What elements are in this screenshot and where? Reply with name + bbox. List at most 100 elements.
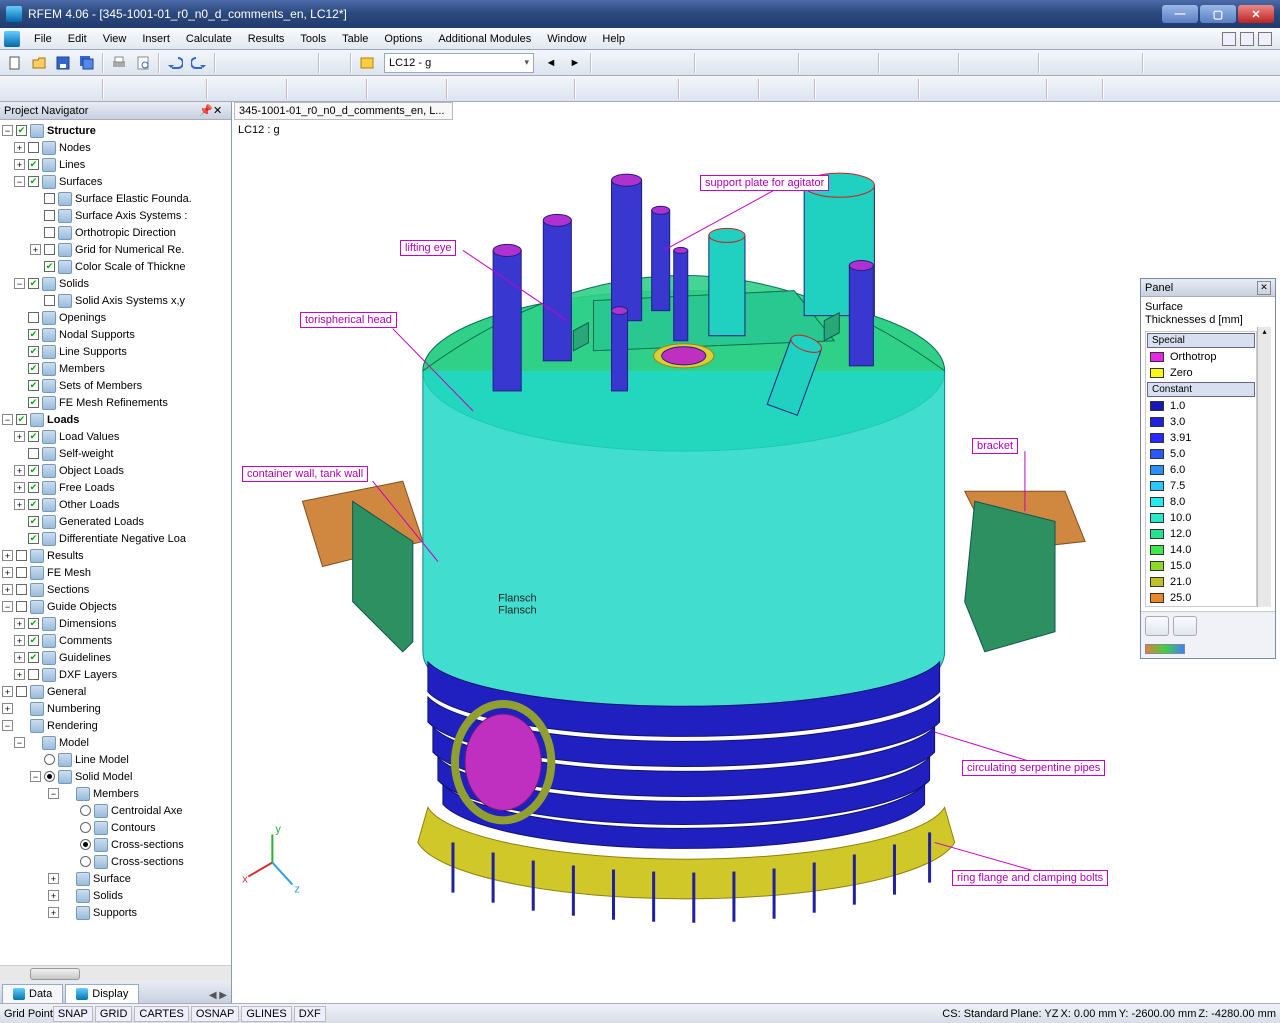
tree-solids[interactable]: Solids (59, 278, 89, 290)
menu-insert[interactable]: Insert (134, 31, 178, 47)
cube-c-icon[interactable] (972, 78, 994, 100)
wireframe-icon[interactable] (684, 78, 706, 100)
status-grid[interactable]: GRID (95, 1006, 133, 1022)
next-lc-icon[interactable]: ► (564, 52, 586, 74)
zoom-out-icon[interactable] (500, 78, 522, 100)
legend-row[interactable]: Zero (1146, 365, 1256, 381)
render-icon[interactable] (732, 78, 754, 100)
legend-row[interactable]: 8.0 (1146, 494, 1256, 510)
open-file-icon[interactable] (28, 52, 50, 74)
zoom-window-icon[interactable] (524, 78, 546, 100)
panel-scrollbar[interactable]: ▴ (1257, 327, 1271, 607)
tool-c-icon[interactable] (644, 52, 666, 74)
view-x-icon[interactable] (580, 78, 602, 100)
tree-supports-r[interactable]: Supports (93, 907, 137, 919)
tree-free[interactable]: Free Loads (59, 482, 115, 494)
tree-solidaxis[interactable]: Solid Axis Systems x,y (75, 295, 185, 307)
menu-help[interactable]: Help (594, 31, 633, 47)
close-button[interactable]: ✕ (1238, 5, 1274, 23)
panel-header[interactable]: Panel ✕ (1141, 279, 1275, 297)
misc-f-icon[interactable] (1180, 78, 1202, 100)
tree-surface-r[interactable]: Surface (93, 873, 131, 885)
cube-a-icon[interactable] (924, 78, 946, 100)
display-c-icon[interactable] (868, 78, 890, 100)
release-icon[interactable] (340, 78, 362, 100)
tree-comments[interactable]: Comments (59, 635, 112, 647)
draw-poly-icon[interactable] (180, 78, 202, 100)
display-d-icon[interactable] (892, 78, 914, 100)
legend-row[interactable]: Orthotrop (1146, 349, 1256, 365)
load-line-icon[interactable] (396, 78, 418, 100)
tree-solidmodel[interactable]: Solid Model (75, 771, 132, 783)
tool-l-icon[interactable] (908, 52, 930, 74)
tree-members[interactable]: Members (59, 363, 105, 375)
menu-additional-modules[interactable]: Additional Modules (430, 31, 539, 47)
tree-surfaces[interactable]: Surfaces (59, 176, 102, 188)
tree-obj[interactable]: Object Loads (59, 465, 124, 477)
mdi-restore-icon[interactable] (1240, 32, 1254, 46)
tree-cross1[interactable]: Cross-sections (111, 839, 184, 851)
modules-icon[interactable] (324, 52, 346, 74)
view-z-icon[interactable] (628, 78, 650, 100)
misc-c-icon[interactable] (1108, 78, 1130, 100)
tool-o-icon[interactable] (1012, 52, 1034, 74)
save-icon[interactable] (52, 52, 74, 74)
tool-d-icon[interactable] (668, 52, 690, 74)
3d-box-icon[interactable] (964, 52, 986, 74)
grid-icon[interactable] (764, 78, 786, 100)
new-file-icon[interactable] (4, 52, 26, 74)
status-glines[interactable]: GLINES (241, 1006, 291, 1022)
save-all-icon[interactable] (76, 52, 98, 74)
tree-contours[interactable]: Contours (111, 822, 156, 834)
tool-a-icon[interactable] (596, 52, 618, 74)
cube-b-icon[interactable] (948, 78, 970, 100)
tree-other[interactable]: Other Loads (59, 499, 120, 511)
tool-m-icon[interactable] (932, 52, 954, 74)
tree-surf-colorscale[interactable]: Color Scale of Thickne (75, 261, 185, 273)
select-icon[interactable] (4, 78, 26, 100)
misc-b-icon[interactable] (1076, 78, 1098, 100)
legend-row[interactable]: 25.0 (1146, 590, 1256, 606)
tree-solids-r[interactable]: Solids (93, 890, 123, 902)
tree-guide[interactable]: Guide Objects (47, 601, 117, 613)
model-canvas[interactable]: Flansch Flansch x y z (232, 120, 1280, 1003)
load-area-icon[interactable] (420, 78, 442, 100)
shaded-icon[interactable] (708, 78, 730, 100)
snap-icon[interactable] (788, 78, 810, 100)
menu-results[interactable]: Results (240, 31, 293, 47)
tool-r-icon[interactable] (1116, 52, 1138, 74)
view-iso-icon[interactable] (652, 78, 674, 100)
tree-numbering[interactable]: Numbering (47, 703, 101, 715)
tree-results[interactable]: Results (47, 550, 84, 562)
status-dxf[interactable]: DXF (294, 1006, 326, 1022)
tree-cross2[interactable]: Cross-sections (111, 856, 184, 868)
viewport-tab[interactable]: 345-1001-01_r0_n0_d_comments_en, L... (234, 102, 453, 120)
panel-close-icon[interactable]: ✕ (1257, 281, 1271, 295)
tree-nodalsup[interactable]: Nodal Supports (59, 329, 135, 341)
legend-row[interactable]: 21.0 (1146, 574, 1256, 590)
menu-table[interactable]: Table (334, 31, 376, 47)
tree-diff[interactable]: Differentiate Negative Loa (59, 533, 186, 545)
tree-femesh-ref[interactable]: FE Mesh Refinements (59, 397, 168, 409)
menu-tools[interactable]: Tools (292, 31, 334, 47)
tree-self[interactable]: Self-weight (59, 448, 113, 460)
legend-row[interactable]: 7.5 (1146, 478, 1256, 494)
panel-btn-a[interactable] (1145, 616, 1169, 636)
menu-window[interactable]: Window (539, 31, 594, 47)
maximize-button[interactable]: ▢ (1200, 5, 1236, 23)
opening-icon[interactable] (260, 78, 282, 100)
load-node-icon[interactable] (372, 78, 394, 100)
surface-icon[interactable] (212, 78, 234, 100)
legend-row[interactable]: 10.0 (1146, 510, 1256, 526)
tree-surf-ortho[interactable]: Orthotropic Direction (75, 227, 176, 239)
legend-row[interactable]: 6.0 (1146, 462, 1256, 478)
tree-openings[interactable]: Openings (59, 312, 106, 324)
cube-d-icon[interactable] (996, 78, 1018, 100)
menu-options[interactable]: Options (376, 31, 430, 47)
hinge-icon[interactable] (316, 78, 338, 100)
tree-surf-axis[interactable]: Surface Axis Systems : (75, 210, 187, 222)
rotate-icon[interactable] (52, 78, 74, 100)
zoom-in-icon[interactable] (476, 78, 498, 100)
tree-sets[interactable]: Sets of Members (59, 380, 142, 392)
tool-e-icon[interactable] (700, 52, 722, 74)
